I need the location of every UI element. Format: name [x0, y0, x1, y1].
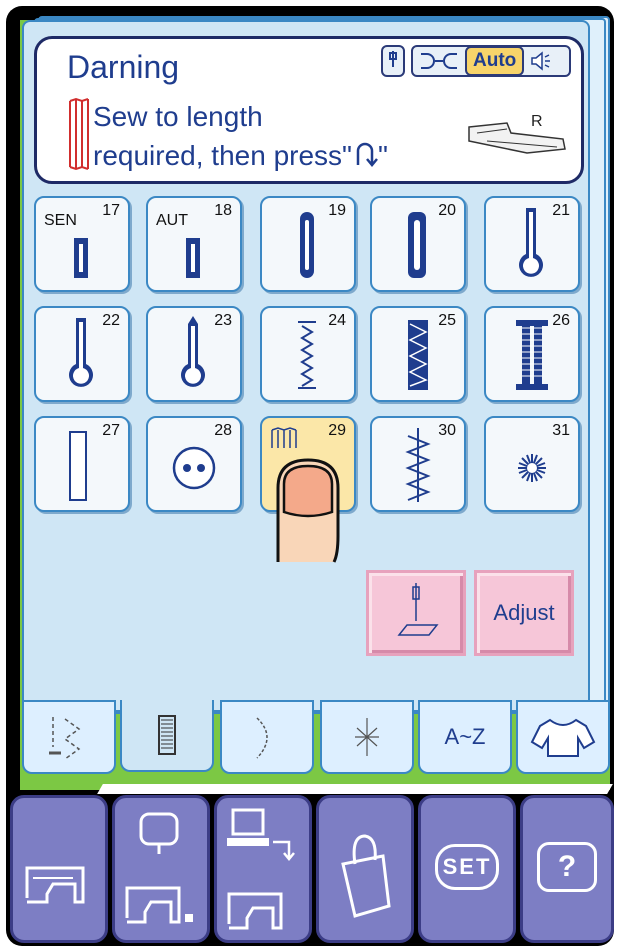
stitch-number: 27 [102, 422, 120, 439]
stitch-button-26[interactable]: 26 [484, 306, 580, 402]
stitch-number: 26 [552, 312, 570, 329]
stitch-number: 19 [328, 202, 346, 219]
utility-stitch-icon [49, 717, 81, 760]
sewing-machine-icon [25, 866, 85, 904]
speaker-icon [531, 51, 551, 71]
help-label: ? [537, 842, 597, 892]
decorative-stitch-icon [355, 718, 379, 756]
stitch-number: 22 [102, 312, 120, 329]
needle-icon[interactable] [381, 45, 405, 77]
stitch-number: 25 [438, 312, 456, 329]
stitch-button-18[interactable]: AUT 18 [146, 196, 242, 292]
stitch-number: 31 [552, 422, 570, 439]
message-line-1: Sew to length [93, 101, 263, 132]
stitch-button-25[interactable]: 25 [370, 306, 466, 402]
tab-satin[interactable] [220, 700, 314, 774]
presser-foot-icon [468, 122, 566, 154]
embroidery-machine-icon [125, 812, 193, 924]
adjust-button[interactable]: Adjust [474, 570, 574, 656]
pc-connect-button[interactable] [214, 795, 312, 943]
tab-buttonhole[interactable] [120, 700, 214, 772]
shirt-icon [530, 718, 596, 757]
tab-garment[interactable] [516, 700, 610, 774]
bag-button[interactable] [316, 795, 414, 943]
stitch-number: 21 [552, 202, 570, 219]
message-quote: " [377, 140, 388, 171]
foot-letter: R [531, 113, 543, 130]
stitch-prefix: AUT [156, 212, 188, 229]
mode-title: Darning [67, 49, 180, 85]
message-text: required, then press" [93, 140, 352, 171]
stitch-number: 24 [328, 312, 346, 329]
stitch-button-20[interactable]: 20 [370, 196, 466, 292]
buttonhole-tab-icon [158, 715, 176, 755]
stitch-button-28[interactable]: 28 [146, 416, 242, 512]
stitch-button-30[interactable]: 30 [370, 416, 466, 512]
stitch-number: 18 [214, 202, 232, 219]
stitch-button-31[interactable]: 31 [484, 416, 580, 512]
bag-icon [341, 834, 391, 918]
set-label: SET [435, 844, 499, 890]
needle-plate-icon [397, 583, 439, 636]
tab-alphabet[interactable]: A~Z [418, 700, 512, 774]
status-icons: Auto [381, 45, 571, 77]
needle-plate-button[interactable] [366, 570, 466, 656]
stitch-number: 29 [328, 422, 346, 439]
stitch-number: 17 [102, 202, 120, 219]
stitch-button-19[interactable]: 19 [260, 196, 356, 292]
stitch-number: 20 [438, 202, 456, 219]
stitch-button-27[interactable]: 27 [34, 416, 130, 512]
help-button[interactable]: ? [520, 795, 614, 943]
stitch-button-21[interactable]: 21 [484, 196, 580, 292]
stitch-button-24[interactable]: 24 [260, 306, 356, 402]
tab-utility[interactable] [22, 700, 116, 774]
satin-stitch-icon [256, 717, 268, 759]
stitch-number: 23 [214, 312, 232, 329]
stitch-button-17[interactable]: SEN 17 [34, 196, 130, 292]
stitch-prefix: SEN [44, 212, 77, 229]
info-box: Darning Sew to length required, then pre… [34, 36, 584, 184]
tension-auto-icons[interactable]: Auto [411, 45, 571, 77]
darning-stitch-icon [69, 97, 89, 171]
set-button[interactable]: SET [418, 795, 516, 943]
reverse-button-icon [356, 142, 378, 167]
stitch-button-23[interactable]: 23 [146, 306, 242, 402]
pointer-finger-icon [276, 458, 340, 563]
stitch-number: 28 [214, 422, 232, 439]
stitch-number: 30 [438, 422, 456, 439]
presser-foot-r: R [467, 113, 567, 164]
computer-link-icon [227, 808, 295, 930]
tab-shelf [97, 784, 613, 794]
auto-badge: Auto [465, 46, 525, 76]
message-line-2: required, then press" " [93, 139, 388, 172]
embroidery-unit-button[interactable] [112, 795, 210, 943]
thread-tension-icon [421, 53, 457, 69]
sewing-machine-button[interactable] [10, 795, 108, 943]
tab-decorative[interactable] [320, 700, 414, 774]
stitch-button-22[interactable]: 22 [34, 306, 130, 402]
